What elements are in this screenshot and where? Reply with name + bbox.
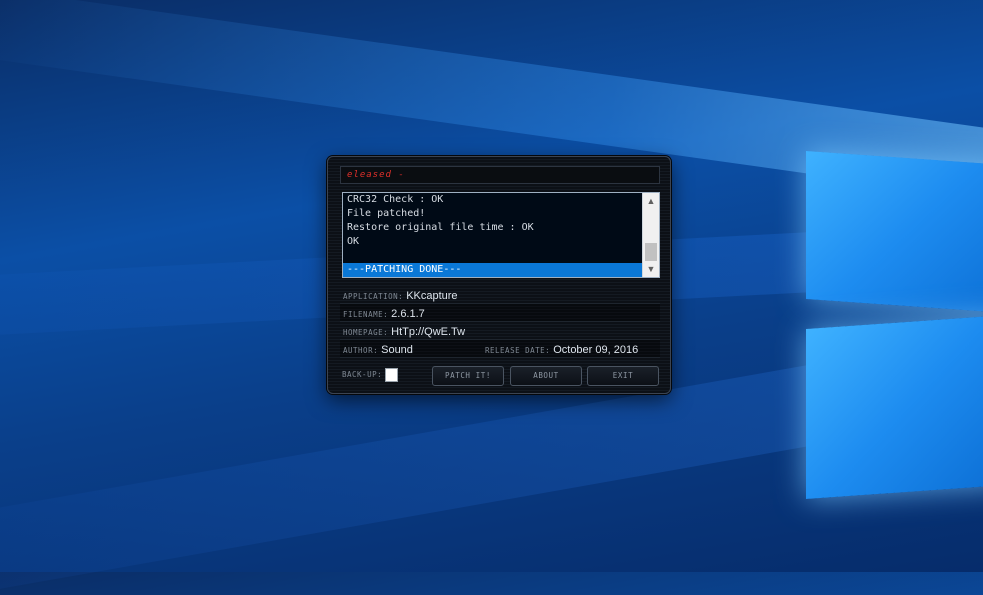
chevron-up-icon[interactable]: ▲: [643, 193, 659, 209]
application-label: APPLICATION:: [343, 292, 404, 301]
filename-label: FILENAME:: [343, 310, 389, 319]
author-label: AUTHOR:: [343, 346, 379, 355]
backup-label: BACK-UP:: [342, 370, 383, 379]
log-line[interactable]: Restore original file time : OK: [343, 221, 643, 235]
application-value: KKcapture: [406, 290, 458, 302]
backup-checkbox[interactable]: [385, 368, 398, 382]
chevron-down-icon[interactable]: ▼: [643, 261, 659, 277]
log-listbox[interactable]: CRC32 Check : OK File patched! Restore o…: [342, 192, 660, 278]
about-button[interactable]: ABOUT: [510, 366, 582, 386]
log-line[interactable]: OK: [343, 235, 643, 249]
release-date-value: October 09, 2016: [553, 344, 639, 356]
window-title[interactable]: eleased -: [340, 166, 660, 184]
log-scrollbar[interactable]: ▲ ▼: [642, 193, 659, 277]
windows-logo-pane: [806, 315, 983, 499]
patch-button[interactable]: PATCH IT!: [432, 366, 504, 386]
log-line[interactable]: CRC32 Check : OK: [343, 193, 643, 207]
exit-button[interactable]: EXIT: [587, 366, 659, 386]
author-value: Sound: [381, 344, 413, 356]
homepage-label: HOMEPAGE:: [343, 328, 389, 337]
filename-row: FILENAME: 2.6.1.7: [340, 304, 660, 322]
log-line-selected[interactable]: ---PATCHING DONE---: [343, 263, 643, 277]
log-lines: CRC32 Check : OK File patched! Restore o…: [343, 193, 643, 277]
author-row: AUTHOR: Sound RELEASE DATE: October 09, 20…: [340, 340, 660, 358]
windows-logo-pane: [806, 151, 983, 313]
scrollbar-thumb[interactable]: [645, 243, 657, 261]
homepage-link[interactable]: HtTp://QwE.Tw: [391, 326, 465, 338]
application-row: APPLICATION: KKcapture: [340, 286, 660, 304]
filename-value: 2.6.1.7: [391, 308, 425, 320]
action-bar: BACK-UP: PATCH IT! ABOUT EXIT: [340, 364, 660, 388]
release-date-label: RELEASE DATE:: [485, 346, 551, 355]
log-line[interactable]: File patched!: [343, 207, 643, 221]
patcher-window: eleased - CRC32 Check : OK File patched!…: [327, 156, 671, 394]
homepage-row: HOMEPAGE: HtTp://QwE.Tw: [340, 322, 660, 340]
